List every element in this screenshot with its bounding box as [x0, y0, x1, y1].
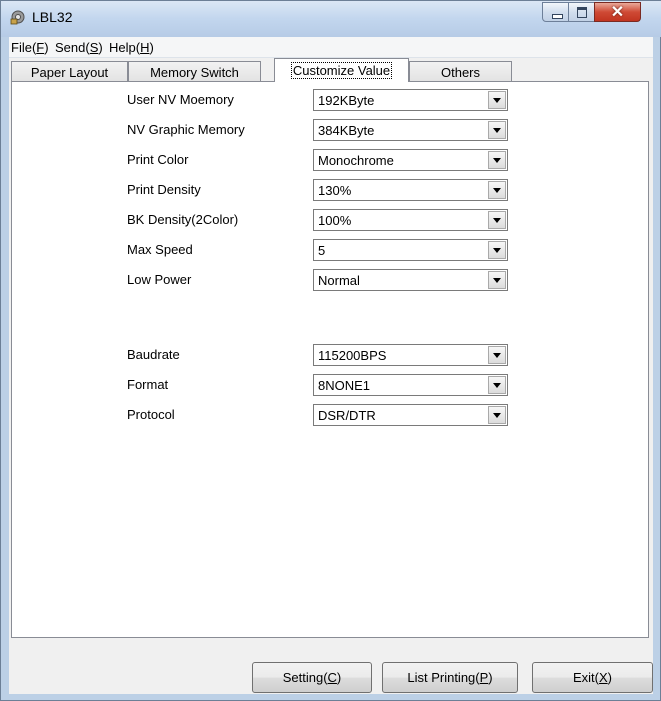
select-value: 8NONE1	[318, 378, 371, 393]
setting-label: User NV Moemory	[127, 92, 234, 107]
list-printing-button-key: P	[479, 670, 489, 685]
setting-button[interactable]: Setting(C)	[252, 662, 372, 693]
select-value: 100%	[318, 213, 352, 228]
baudrate-select[interactable]: 115200BPS	[313, 344, 508, 366]
setting-label: BK Density(2Color)	[127, 212, 239, 227]
setting-button-key: C	[327, 670, 337, 685]
tab-customize-value-label: Customize Value	[290, 62, 393, 79]
customize-value-panel: User NV Moemory 192KByte NV Graphic Memo…	[11, 81, 649, 638]
menu-help-text: Help(	[109, 40, 141, 55]
list-printing-button-close: )	[488, 670, 493, 685]
user-nv-memory-select[interactable]: 192KByte	[313, 89, 508, 111]
menu-send-text: Send(	[55, 40, 90, 55]
select-value: 5	[318, 243, 326, 258]
setting-label: Max Speed	[127, 242, 193, 257]
print-density-select[interactable]: 130%	[313, 179, 508, 201]
print-color-select[interactable]: Monochrome	[313, 149, 508, 171]
dropdown-arrow-icon[interactable]	[488, 151, 506, 169]
tab-customize-value[interactable]: Customize Value	[274, 58, 409, 82]
exit-button-text: Exit(	[572, 670, 599, 685]
setting-label: Print Color	[127, 152, 189, 167]
menu-send[interactable]: Send(S)	[55, 40, 103, 55]
close-icon: ✕	[610, 4, 625, 21]
dropdown-arrow-icon[interactable]	[488, 346, 506, 364]
close-button[interactable]: ✕	[594, 2, 641, 22]
window-title: LBL32	[32, 9, 73, 25]
dropdown-arrow-icon[interactable]	[488, 211, 506, 229]
menu-send-close: )	[98, 40, 103, 55]
title-bar[interactable]: LBL32 ✕	[1, 1, 661, 37]
dropdown-arrow-icon[interactable]	[488, 181, 506, 199]
minimize-icon	[552, 14, 563, 19]
minimize-button[interactable]	[542, 2, 569, 22]
dropdown-arrow-icon[interactable]	[488, 406, 506, 424]
select-value: 130%	[318, 183, 352, 198]
setting-label: NV Graphic Memory	[127, 122, 245, 137]
setting-label: Baudrate	[127, 347, 180, 362]
setting-label: Protocol	[127, 407, 175, 422]
tab-paper-layout[interactable]: Paper Layout	[11, 61, 128, 81]
menu-bar: File(F) Send(S) Help(H)	[9, 37, 653, 58]
select-value: DSR/DTR	[318, 408, 376, 423]
low-power-select[interactable]: Normal	[313, 269, 508, 291]
app-gear-icon	[10, 10, 25, 25]
nv-graphic-memory-select[interactable]: 384KByte	[313, 119, 508, 141]
menu-file[interactable]: File(F)	[11, 40, 49, 55]
dropdown-arrow-icon[interactable]	[488, 271, 506, 289]
protocol-select[interactable]: DSR/DTR	[313, 404, 508, 426]
maximize-icon	[577, 7, 587, 18]
client-area: Paper Layout Memory Switch Customize Val…	[9, 58, 653, 694]
menu-help-close: )	[149, 40, 154, 55]
select-value: 115200BPS	[318, 348, 387, 363]
format-select[interactable]: 8NONE1	[313, 374, 508, 396]
list-printing-button[interactable]: List Printing(P)	[382, 662, 518, 693]
tab-memory-switch[interactable]: Memory Switch	[128, 61, 261, 81]
dropdown-arrow-icon[interactable]	[488, 376, 506, 394]
setting-label: Print Density	[127, 182, 201, 197]
setting-button-close: )	[336, 670, 342, 685]
application-window: LBL32 ✕ File(F) Send(S) Help(H) Paper La…	[0, 0, 661, 701]
tab-others[interactable]: Others	[409, 61, 512, 81]
select-value: Monochrome	[318, 153, 394, 168]
exit-button-close: )	[607, 670, 612, 685]
menu-file-close: )	[44, 40, 49, 55]
setting-label: Low Power	[127, 272, 192, 287]
exit-button-key: X	[598, 670, 608, 685]
menu-file-text: File(	[11, 40, 37, 55]
dropdown-arrow-icon[interactable]	[488, 121, 506, 139]
menu-help[interactable]: Help(H)	[109, 40, 154, 55]
exit-button[interactable]: Exit(X)	[532, 662, 653, 693]
select-value: 384KByte	[318, 123, 375, 138]
max-speed-select[interactable]: 5	[313, 239, 508, 261]
list-printing-button-text: List Printing(	[407, 670, 480, 685]
select-value: 192KByte	[318, 93, 375, 108]
dropdown-arrow-icon[interactable]	[488, 91, 506, 109]
dropdown-arrow-icon[interactable]	[488, 241, 506, 259]
setting-button-text: Setting(	[282, 670, 328, 685]
maximize-button[interactable]	[568, 2, 595, 22]
setting-label: Format	[127, 377, 169, 392]
select-value: Normal	[318, 273, 360, 288]
bk-density-select[interactable]: 100%	[313, 209, 508, 231]
